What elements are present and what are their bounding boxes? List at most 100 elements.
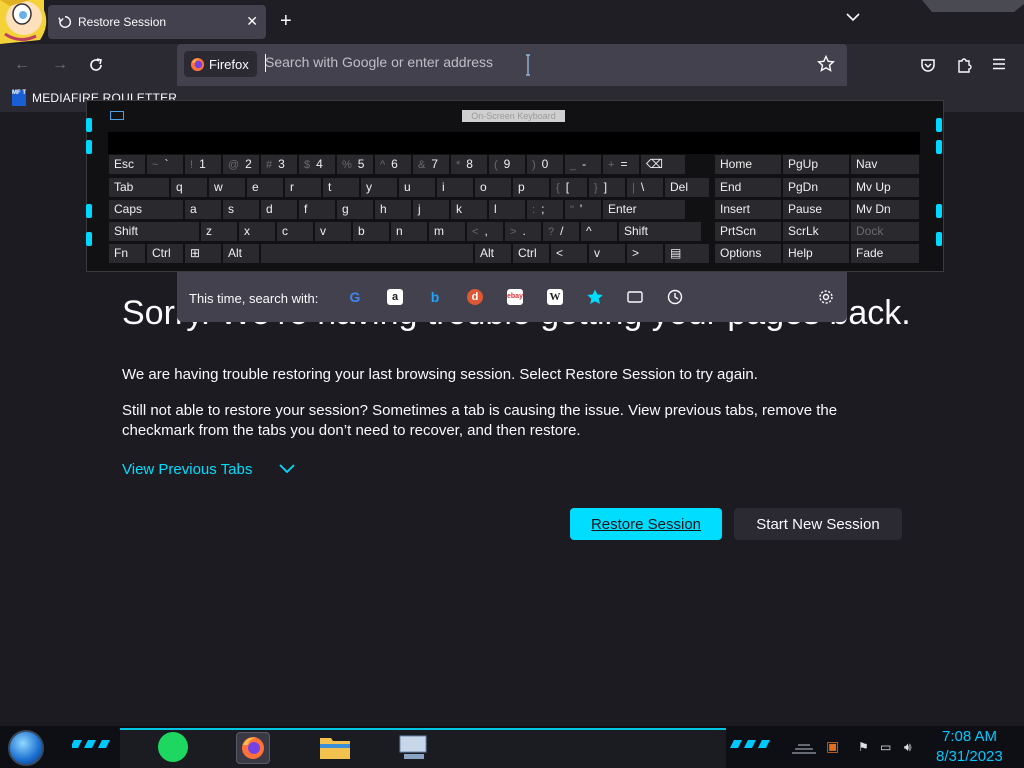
start-button[interactable] (8, 730, 44, 766)
osk-key[interactable]: Tab (108, 177, 170, 198)
osk-key[interactable]: ▤ (664, 243, 710, 264)
osk-key[interactable]: | \ (626, 177, 664, 198)
osk-key[interactable]: w (208, 177, 246, 198)
osk-key[interactable]: ⊞ (184, 243, 222, 264)
osk-key[interactable]: f (298, 199, 336, 220)
osk-key[interactable]: g (336, 199, 374, 220)
osk-key[interactable]: & 7 (412, 154, 450, 175)
osk-nav-key[interactable]: PgDn (782, 177, 850, 198)
osk-key[interactable]: <, (466, 221, 504, 242)
osk-key[interactable]: ^ 6 (374, 154, 412, 175)
restore-session-button[interactable]: Restore Session (570, 508, 722, 540)
osk-nav-key[interactable]: Insert (714, 199, 782, 220)
osk-key[interactable]: r (284, 177, 322, 198)
osk-key[interactable]: ⌫ (640, 154, 686, 175)
view-previous-tabs-link[interactable]: View Previous Tabs (122, 461, 252, 478)
osk-key[interactable]: q (170, 177, 208, 198)
forward-arrow-icon[interactable]: → (52, 56, 68, 74)
bookmark-star-icon[interactable] (817, 55, 835, 73)
osk-key[interactable]: u (398, 177, 436, 198)
osk-key[interactable]: Alt (222, 243, 260, 264)
ebay-icon[interactable]: ebay (507, 289, 523, 305)
osk-nav-key[interactable]: ScrLk (782, 221, 850, 242)
osk-key[interactable]: Alt (474, 243, 512, 264)
osk-key[interactable]: Ctrl (512, 243, 550, 264)
osk-key[interactable]: ) 0 (526, 154, 564, 175)
new-tab-button[interactable]: + (280, 10, 292, 33)
osk-key[interactable]: h (374, 199, 412, 220)
back-arrow-icon[interactable]: ← (14, 56, 30, 74)
osk-key[interactable]: Del (664, 177, 710, 198)
osk-key[interactable]: :; (526, 199, 564, 220)
osk-key[interactable]: ? / (542, 221, 580, 242)
osk-key[interactable]: Shift (618, 221, 702, 242)
menu-icon[interactable] (992, 58, 1006, 70)
osk-key[interactable]: m (428, 221, 466, 242)
osk-key[interactable]: p (512, 177, 550, 198)
osk-key[interactable]: $4 (298, 154, 336, 175)
osk-key[interactable]: Shift (108, 221, 200, 242)
osk-key[interactable]: s (222, 199, 260, 220)
tray-app-icon[interactable]: ▣ (826, 738, 839, 755)
osk-key[interactable]: ^ (580, 221, 618, 242)
osk-key[interactable]: " ' (564, 199, 602, 220)
osk-nav-key[interactable]: Pause (782, 199, 850, 220)
osk-key[interactable]: ~ ` (146, 154, 184, 175)
osk-key[interactable]: v (588, 243, 626, 264)
duckduckgo-icon[interactable]: d (467, 289, 483, 305)
osk-nav-key[interactable]: Mv Up (850, 177, 920, 198)
firefox-taskbar-button[interactable] (236, 732, 270, 764)
tab-close-icon[interactable]: ✕ (246, 13, 258, 30)
osk-key[interactable]: >. (504, 221, 542, 242)
osk-nav-key[interactable]: PrtScn (714, 221, 782, 242)
osk-key[interactable]: j (412, 199, 450, 220)
extensions-icon[interactable] (956, 56, 972, 73)
google-icon[interactable]: G (347, 289, 363, 305)
osk-key[interactable]: _ - (564, 154, 602, 175)
osk-key[interactable]: i (436, 177, 474, 198)
tab-restore-session[interactable]: Restore Session ✕ (48, 5, 266, 39)
osk-nav-key[interactable]: Nav (850, 154, 920, 175)
clock-date[interactable]: 8/31/2023 (936, 748, 1003, 765)
osk-nav-key[interactable]: Help (782, 243, 850, 264)
file-explorer-icon[interactable] (318, 732, 352, 764)
osk-key[interactable]: Caps (108, 199, 184, 220)
osk-key[interactable]: c (276, 221, 314, 242)
osk-key[interactable]: ! 1 (184, 154, 222, 175)
tabs-icon[interactable] (627, 291, 643, 303)
bookmarks-icon[interactable] (586, 289, 604, 305)
spotify-icon[interactable] (158, 732, 188, 762)
osk-key[interactable]: > (626, 243, 664, 264)
osk-key[interactable]: b (352, 221, 390, 242)
osk-key[interactable]: * 8 (450, 154, 488, 175)
osk-key[interactable]: < (550, 243, 588, 264)
osk-key[interactable]: z (200, 221, 238, 242)
chevron-down-icon[interactable] (278, 463, 296, 475)
amazon-icon[interactable]: a (387, 289, 403, 305)
osk-key[interactable]: v (314, 221, 352, 242)
osk-nav-key[interactable]: Options (714, 243, 782, 264)
osk-nav-key[interactable]: Fade (850, 243, 920, 264)
osk-key[interactable]: n (390, 221, 428, 242)
identity-box[interactable]: Firefox (184, 51, 257, 77)
show-desktop-icon[interactable] (792, 741, 816, 755)
osk-nav-key[interactable]: PgUp (782, 154, 850, 175)
history-icon[interactable] (667, 289, 683, 305)
gear-icon[interactable] (818, 289, 834, 305)
osk-nav-key[interactable]: End (714, 177, 782, 198)
flag-icon[interactable]: ⚑ (858, 740, 869, 754)
osk-key[interactable]: Fn (108, 243, 146, 264)
network-icon[interactable]: ▭ (880, 740, 891, 754)
osk-key[interactable]: Enter (602, 199, 686, 220)
osk-nav-key[interactable]: Mv Dn (850, 199, 920, 220)
osk-key[interactable]: {[ (550, 177, 588, 198)
url-input[interactable]: Search with Google or enter address (265, 54, 493, 70)
wikipedia-icon[interactable]: W (547, 289, 563, 305)
osk-key[interactable]: e (246, 177, 284, 198)
osk-key[interactable]: % 5 (336, 154, 374, 175)
start-new-session-button[interactable]: Start New Session (734, 508, 902, 540)
osk-key[interactable]: #3 (260, 154, 298, 175)
osk-key[interactable]: (9 (488, 154, 526, 175)
url-bar[interactable]: Firefox Search with Google or enter addr… (177, 44, 847, 88)
osk-key[interactable]: + = (602, 154, 640, 175)
